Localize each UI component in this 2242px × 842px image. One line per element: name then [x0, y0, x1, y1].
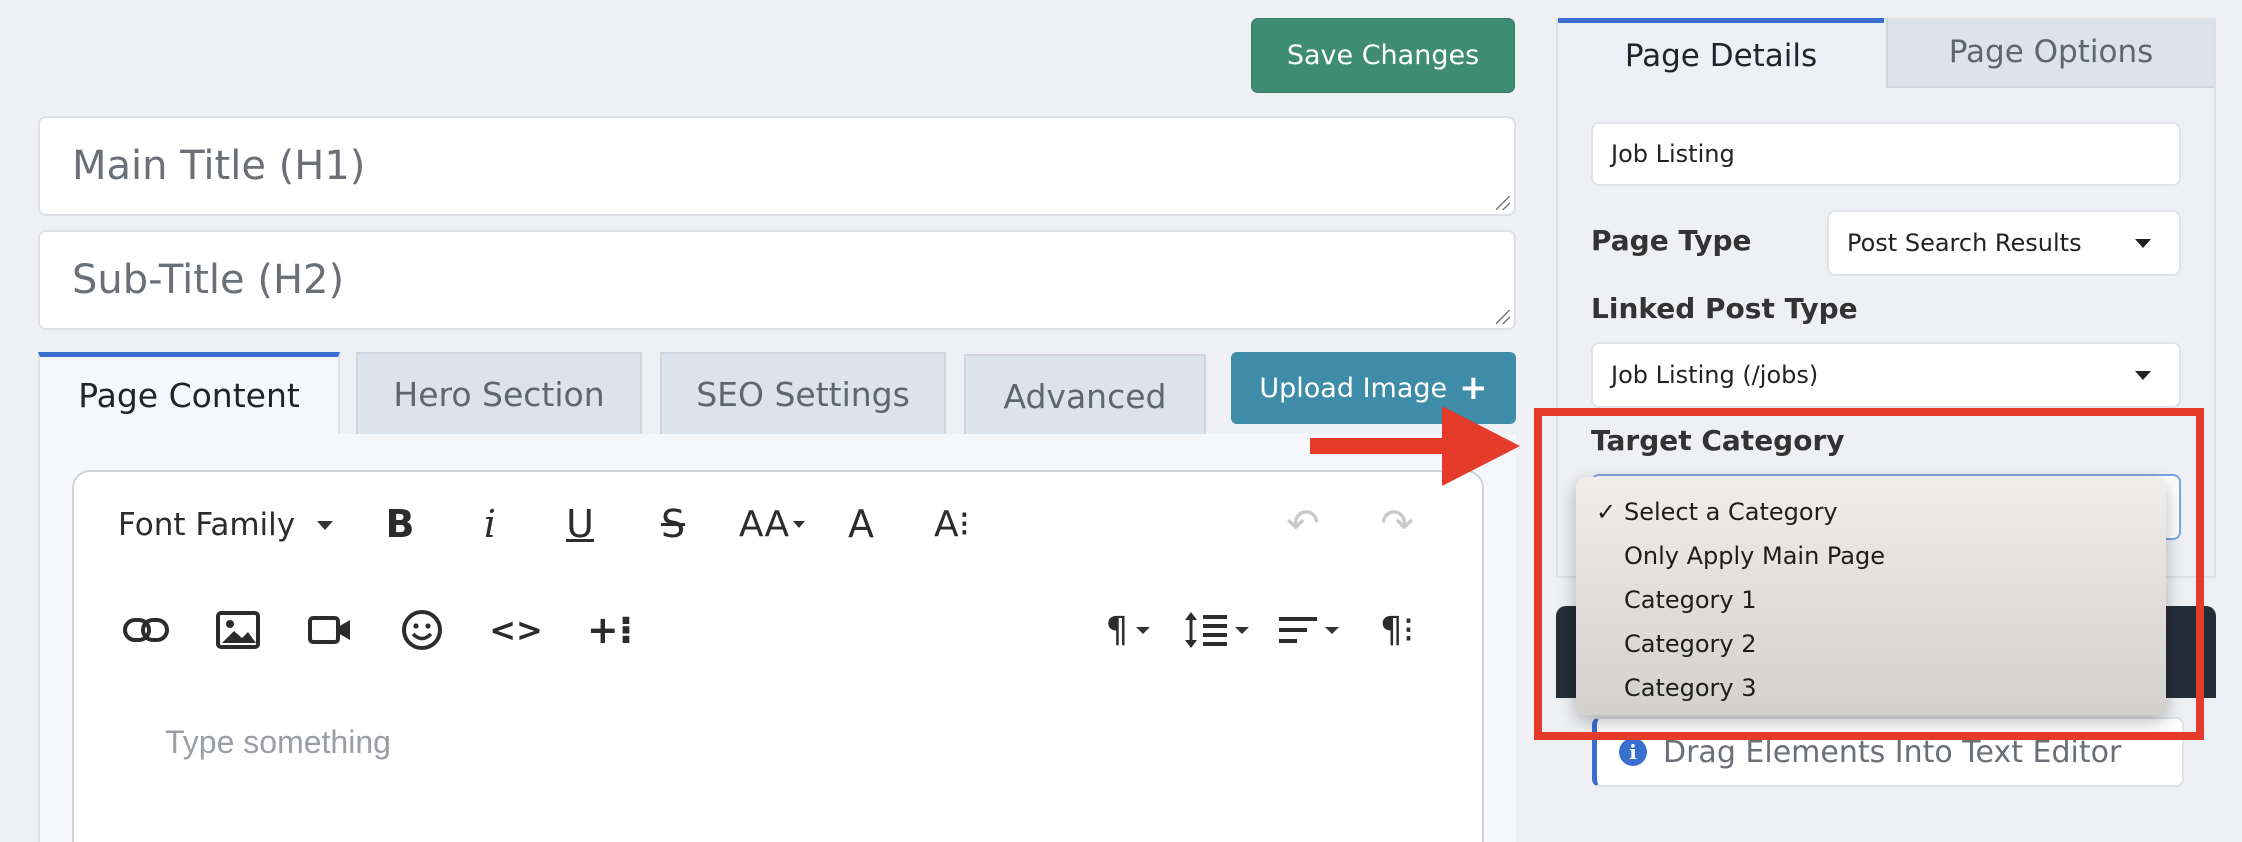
- italic-icon[interactable]: i: [465, 498, 515, 550]
- tab-page-options[interactable]: Page Options: [1886, 18, 2214, 88]
- plus-icon: +: [1459, 368, 1488, 408]
- redo-icon[interactable]: ↷: [1372, 498, 1422, 550]
- text-color-icon[interactable]: A: [836, 498, 886, 550]
- sub-title-placeholder: Sub-Title (H2): [72, 257, 345, 303]
- video-icon[interactable]: [304, 604, 356, 656]
- insert-more-icon[interactable]: +⁝: [580, 604, 640, 656]
- chevron-down-icon: [2135, 371, 2151, 380]
- annotation-arrow-shaft: [1310, 438, 1450, 454]
- undo-icon[interactable]: ↶: [1278, 498, 1328, 550]
- underline-icon[interactable]: U: [555, 498, 605, 550]
- linked-post-type-label: Linked Post Type: [1591, 292, 1858, 325]
- font-size-glyph: AA: [738, 503, 790, 545]
- more-text-icon[interactable]: A⁝: [922, 498, 982, 550]
- tab-page-content[interactable]: Page Content: [38, 352, 340, 434]
- align-icon[interactable]: [1272, 604, 1344, 656]
- main-title-placeholder: Main Title (H1): [72, 143, 366, 189]
- paragraph-more-icon[interactable]: ¶⁝: [1372, 604, 1422, 656]
- linked-post-type-value: Job Listing (/jobs): [1611, 361, 1819, 389]
- paragraph-glyph: ¶: [1105, 609, 1129, 651]
- save-changes-button[interactable]: Save Changes: [1251, 18, 1515, 93]
- font-family-label: Font Family: [118, 507, 296, 543]
- resize-grip-icon[interactable]: [1496, 196, 1510, 210]
- bold-icon[interactable]: B: [375, 498, 425, 550]
- resize-grip-icon[interactable]: [1496, 310, 1510, 324]
- editor-placeholder: Type something: [165, 724, 391, 760]
- page-type-select[interactable]: Post Search Results: [1827, 210, 2181, 276]
- font-family-dropdown[interactable]: Font Family: [118, 500, 334, 550]
- chevron-down-icon: [793, 520, 806, 528]
- chevron-down-icon: [1325, 626, 1339, 634]
- strikethrough-icon[interactable]: S: [648, 498, 698, 550]
- chevron-down-icon: [1235, 626, 1249, 634]
- emoji-icon[interactable]: [396, 604, 448, 656]
- code-icon[interactable]: <>: [486, 604, 546, 656]
- tab-page-details[interactable]: Page Details: [1558, 18, 1884, 88]
- linked-post-type-select[interactable]: Job Listing (/jobs): [1591, 342, 2181, 408]
- page-name-value: Job Listing: [1611, 140, 1735, 168]
- page-type-value: Post Search Results: [1847, 229, 2082, 257]
- main-title-input[interactable]: Main Title (H1): [38, 116, 1516, 216]
- page-name-input[interactable]: Job Listing: [1591, 122, 2181, 186]
- page-type-label: Page Type: [1591, 224, 1752, 257]
- link-icon[interactable]: [118, 604, 174, 656]
- chevron-down-icon: [2135, 239, 2151, 248]
- annotation-highlight-box: [1534, 408, 2204, 740]
- paragraph-format-icon[interactable]: ¶: [1094, 604, 1162, 656]
- line-height-icon[interactable]: [1180, 604, 1252, 656]
- chevron-down-icon: [1136, 626, 1151, 634]
- sub-title-input[interactable]: Sub-Title (H2): [38, 230, 1516, 330]
- page: Save Changes Main Title (H1) Sub-Title (…: [0, 0, 2242, 842]
- tab-hero-section[interactable]: Hero Section: [356, 352, 642, 434]
- font-size-icon[interactable]: AA: [732, 498, 812, 550]
- tab-seo-settings[interactable]: SEO Settings: [660, 352, 946, 434]
- image-icon[interactable]: [212, 604, 264, 656]
- info-icon: i: [1619, 738, 1647, 766]
- upload-image-label: Upload Image: [1259, 372, 1448, 404]
- chevron-down-icon: [317, 520, 334, 530]
- text-color-glyph: A: [848, 502, 874, 546]
- tab-advanced[interactable]: Advanced: [964, 354, 1206, 436]
- annotation-arrow-icon: [1442, 406, 1520, 486]
